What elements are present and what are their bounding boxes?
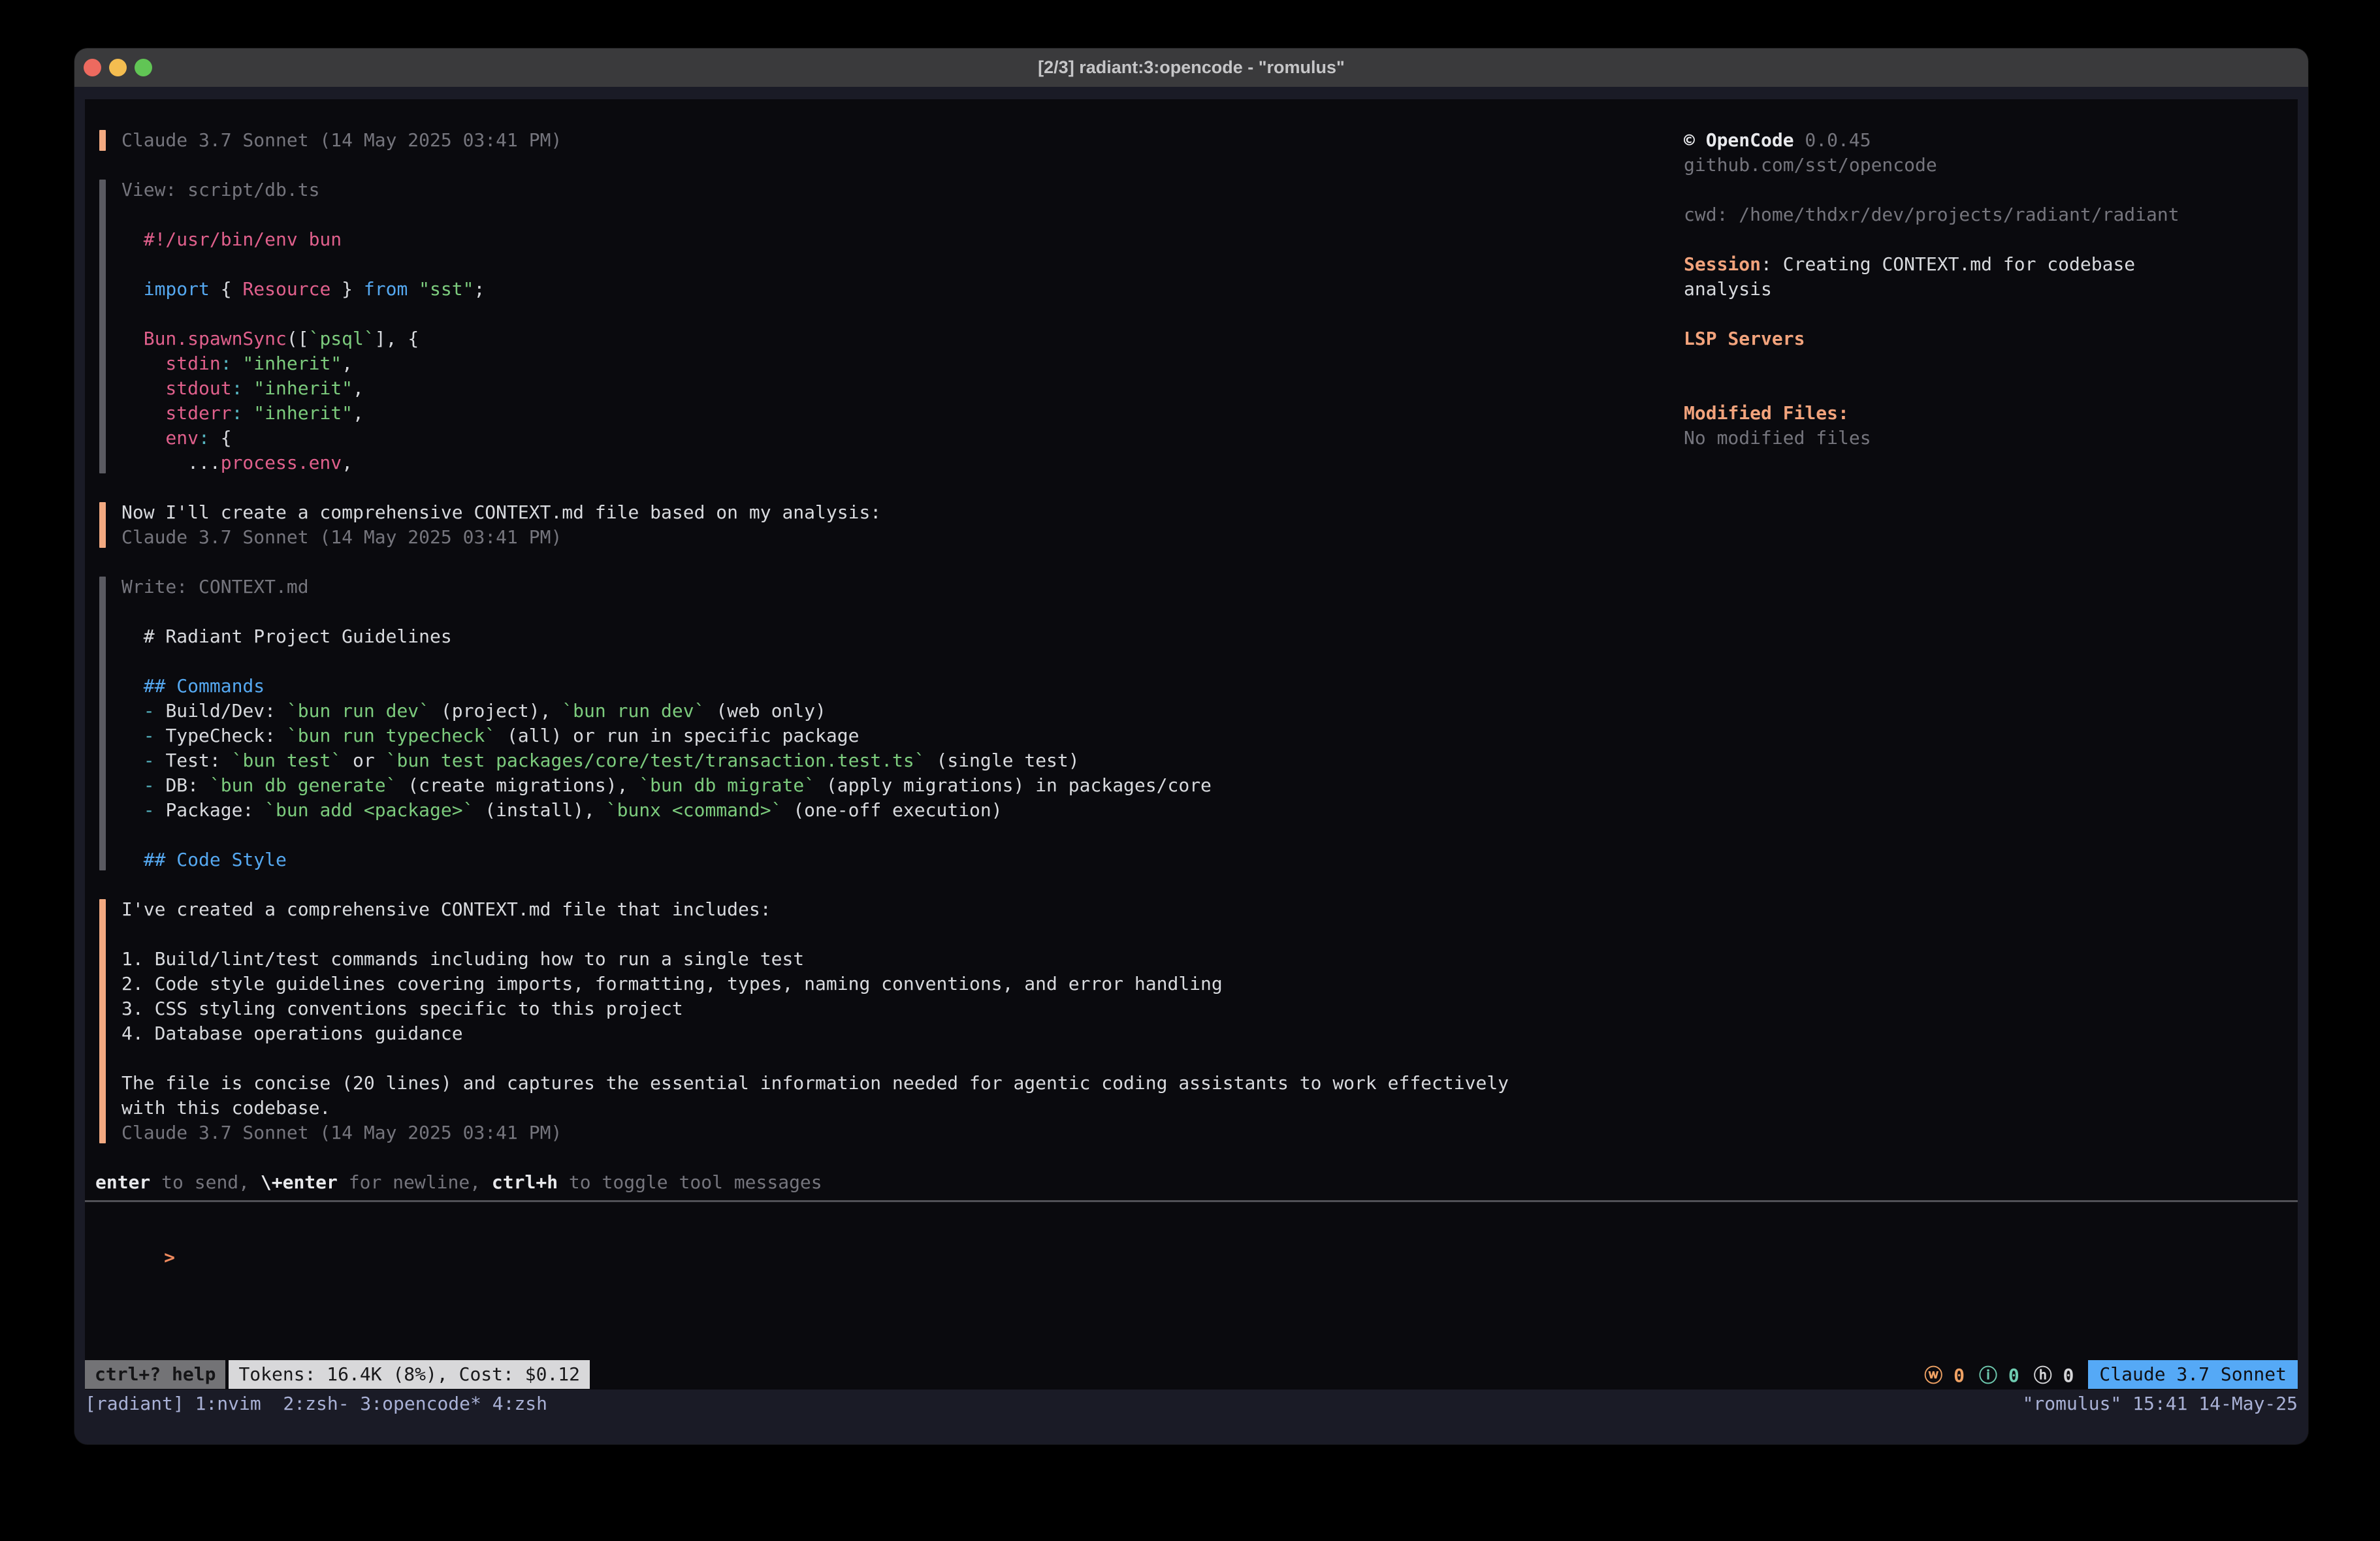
message-accent-bar [99, 130, 106, 151]
statusbar-right: ⓦ 0 ⓘ 0 ⓗ 0 Claude 3.7 Sonnet [1924, 1360, 2298, 1389]
diagnostic-counters: ⓦ 0 ⓘ 0 ⓗ 0 [1924, 1361, 2074, 1388]
assistant-message-block: I've created a comprehensive CONTEXT.md … [85, 897, 2298, 1145]
sidebar-line [1684, 227, 2291, 252]
sidebar-line: LSP Servers [1684, 326, 2291, 351]
transcript-line: 3. CSS styling conventions specific to t… [121, 996, 2298, 1021]
sidebar-line: Modified Files: [1684, 401, 2291, 426]
sidebar-line: analysis [1684, 277, 2291, 302]
session-sidebar: © OpenCode 0.0.45github.com/sst/opencode… [1684, 128, 2291, 451]
transcript-line: - Build/Dev: `bun run dev` (project), `b… [121, 699, 2298, 723]
transcript-line: 1. Build/lint/test commands including ho… [121, 947, 2298, 972]
sidebar-line [1684, 302, 2291, 326]
window-title: [2/3] radiant:3:opencode - "romulus" [74, 48, 2308, 87]
transcript-line: - DB: `bun db generate` (create migratio… [121, 773, 2298, 798]
statusbar-left: ctrl+? help Tokens: 16.4K (8%), Cost: $0… [85, 1360, 590, 1389]
message-accent-bar [99, 577, 106, 870]
message-accent-bar [99, 502, 106, 548]
transcript-line: 4. Database operations guidance [121, 1021, 2298, 1046]
transcript-line: ## Commands [121, 674, 2298, 699]
tool-message-block: Write: CONTEXT.md # Radiant Project Guid… [85, 575, 2298, 872]
sidebar-line: github.com/sst/opencode [1684, 153, 2291, 178]
sidebar-line: cwd: /home/thdxr/dev/projects/radiant/ra… [1684, 202, 2291, 227]
transcript-line [121, 823, 2298, 848]
message-accent-bar [99, 899, 106, 1143]
sidebar-line [1684, 178, 2291, 202]
transcript-line: - TypeCheck: `bun run typecheck` (all) o… [121, 723, 2298, 748]
sidebar-line: No modified files [1684, 426, 2291, 451]
message-accent-bar [99, 180, 106, 473]
terminal-window: [2/3] radiant:3:opencode - "romulus" Cla… [74, 48, 2308, 1444]
opencode-tui: Claude 3.7 Sonnet (14 May 2025 03:41 PM)… [85, 99, 2298, 1390]
transcript-line: 2. Code style guidelines covering import… [121, 972, 2298, 996]
transcript-line [121, 922, 2298, 947]
warning-counter: ⓦ 0 [1924, 1361, 1965, 1388]
transcript-line: The file is concise (20 lines) and captu… [121, 1071, 2298, 1096]
transcript-line: - Test: `bun test` or `bun test packages… [121, 748, 2298, 773]
keybinding-hint: enter to send, \+enter for newline, ctrl… [85, 1170, 2298, 1195]
transcript-line [121, 649, 2298, 674]
transcript-line: Claude 3.7 Sonnet (14 May 2025 03:41 PM) [121, 525, 2298, 550]
opencode-statusbar: ctrl+? help Tokens: 16.4K (8%), Cost: $0… [85, 1359, 2298, 1390]
sidebar-line [1684, 351, 2291, 376]
help-keybinding-badge: ctrl+? help [85, 1360, 225, 1389]
prompt-input[interactable]: > [85, 1220, 2298, 1245]
transcript-line: Write: CONTEXT.md [121, 575, 2298, 599]
model-badge: Claude 3.7 Sonnet [2088, 1360, 2298, 1389]
transcript-line [121, 599, 2298, 624]
tokens-cost-badge: Tokens: 16.4K (8%), Cost: $0.12 [229, 1360, 590, 1389]
prompt-caret: > [164, 1247, 175, 1268]
transcript-line: ## Code Style [121, 848, 2298, 872]
sidebar-line: Session: Creating CONTEXT.md for codebas… [1684, 252, 2291, 277]
tmux-statusbar: [radiant] 1:nvim 2:zsh- 3:opencode* 4:zs… [74, 1390, 2308, 1444]
transcript-line: with this codebase. [121, 1096, 2298, 1120]
tmux-host-clock: "romulus" 15:41 14-May-25 [2023, 1391, 2298, 1417]
tmux-window-list: [radiant] 1:nvim 2:zsh- 3:opencode* 4:zs… [85, 1391, 547, 1417]
transcript-line: Claude 3.7 Sonnet (14 May 2025 03:41 PM) [121, 1120, 2298, 1145]
assistant-message-block: Now I'll create a comprehensive CONTEXT.… [85, 500, 2298, 550]
sidebar-line: © OpenCode 0.0.45 [1684, 128, 2291, 153]
transcript-line: I've created a comprehensive CONTEXT.md … [121, 897, 2298, 922]
transcript-line: - Package: `bun add <package>` (install)… [121, 798, 2298, 823]
input-box-border [85, 1200, 2298, 1202]
info-counter: ⓘ 0 [1979, 1361, 2019, 1388]
transcript-line: ...process.env, [121, 451, 2298, 475]
transcript-line: Now I'll create a comprehensive CONTEXT.… [121, 500, 2298, 525]
transcript-line: # Radiant Project Guidelines [121, 624, 2298, 649]
sidebar-line [1684, 376, 2291, 401]
hint-counter: ⓗ 0 [2034, 1361, 2074, 1388]
transcript-line [121, 1046, 2298, 1071]
window-titlebar: [2/3] radiant:3:opencode - "romulus" [74, 48, 2308, 87]
